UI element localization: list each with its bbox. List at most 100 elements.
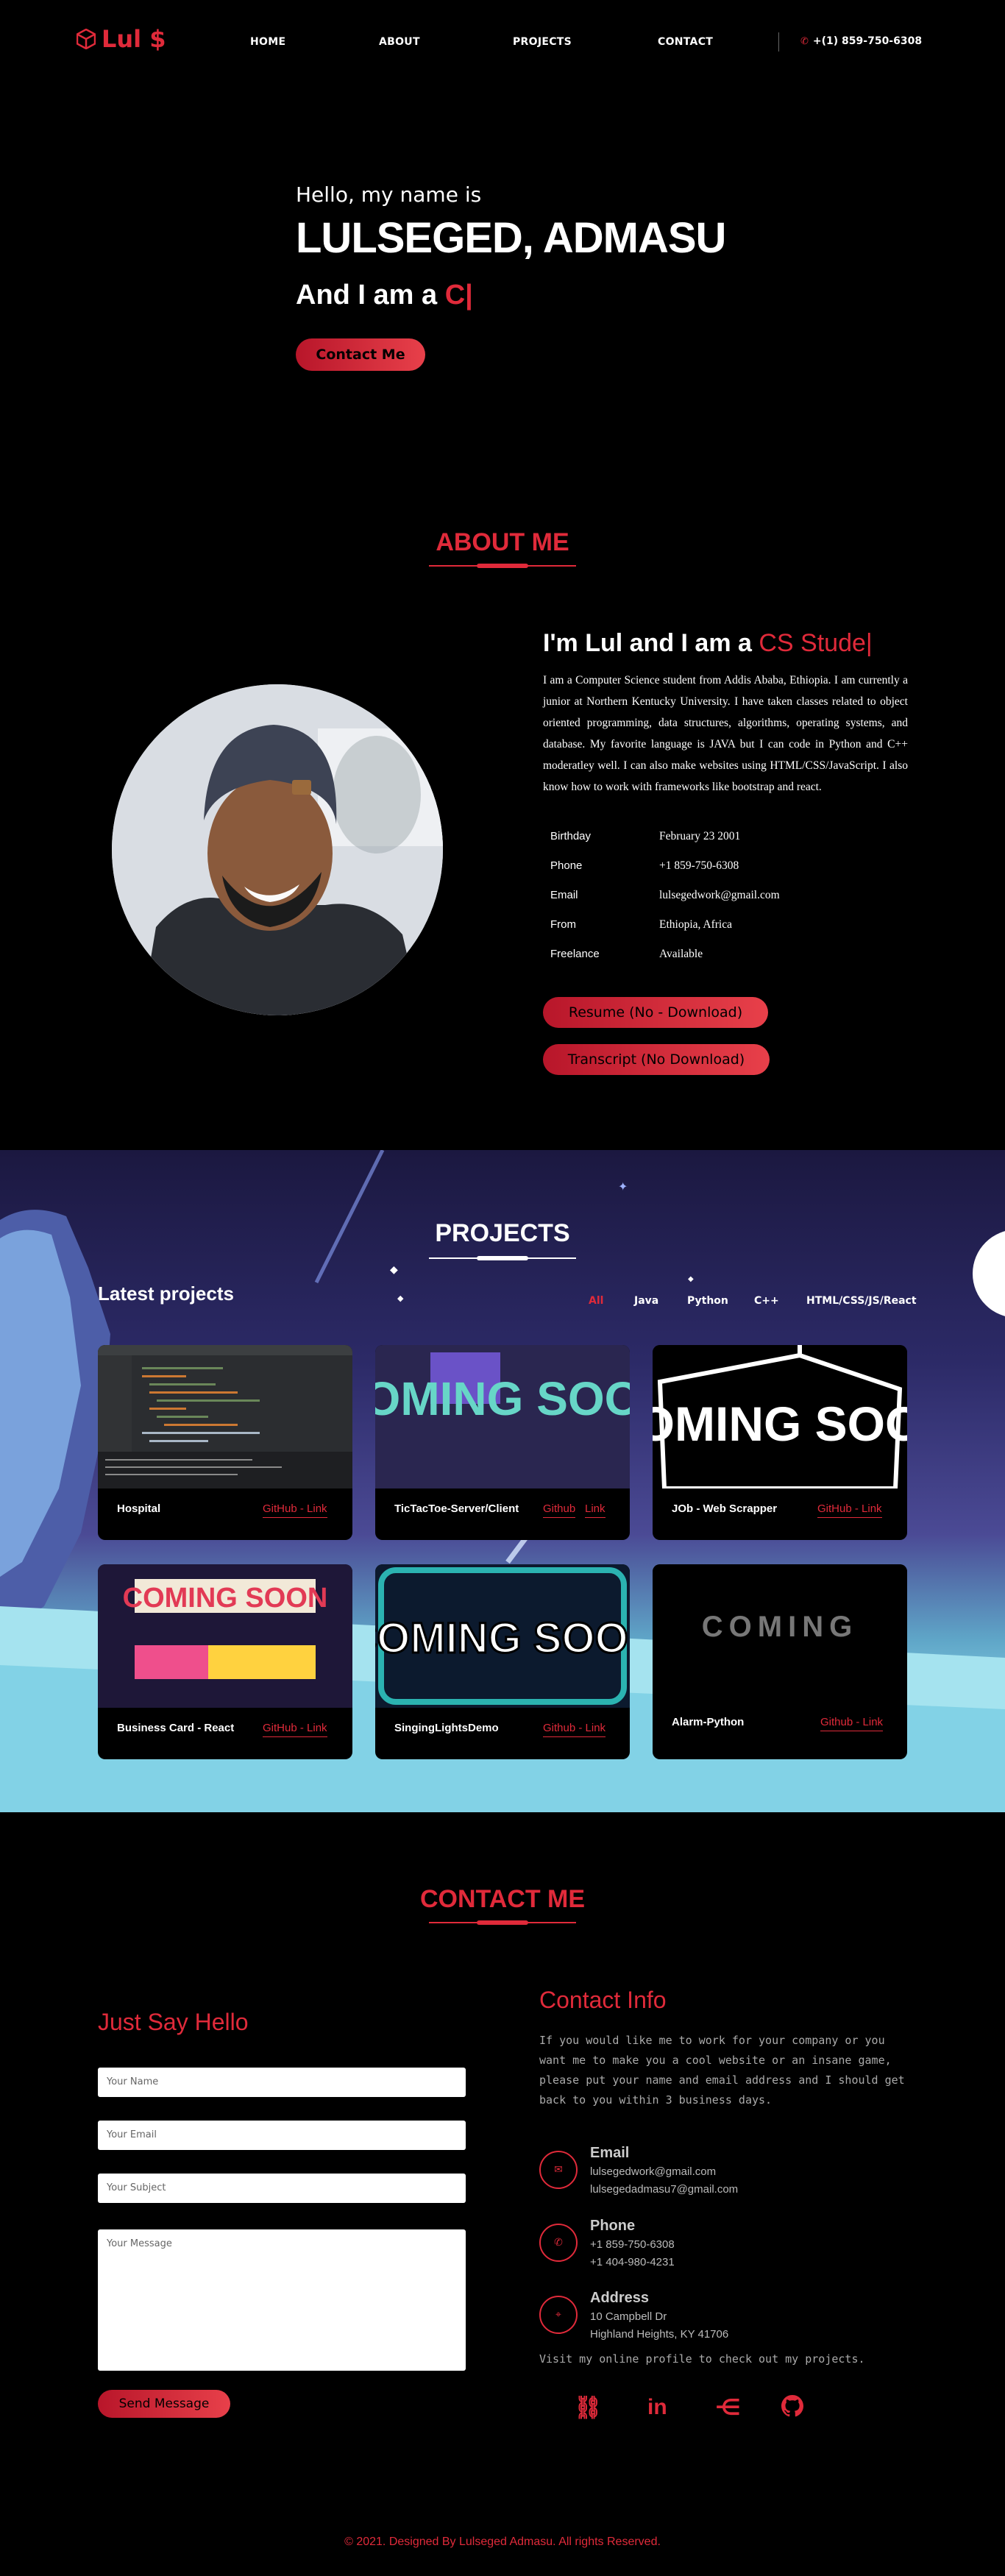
project-card-tictactoe[interactable]: COMING SOON TicTacToe-Server/Client Gith… — [375, 1345, 630, 1540]
say-hello-heading: Just Say Hello — [98, 2009, 249, 2035]
envelope-icon: ✉ — [539, 2151, 578, 2189]
contact-me-button[interactable]: Contact Me — [296, 338, 425, 371]
info-value: Available — [659, 948, 703, 960]
info-key: From — [550, 918, 576, 931]
handshake-icon[interactable]: ⋲ — [715, 2395, 741, 2421]
address-label: Address — [590, 2290, 650, 2306]
github-link[interactable]: GitHub - Link — [263, 1502, 327, 1518]
phone-icon: ✆ — [800, 35, 809, 47]
message-textarea[interactable]: Your Message — [98, 2229, 466, 2371]
project-image-coming-soon-bold: COMING SOON — [375, 1564, 630, 1708]
filter-cpp[interactable]: C++ — [754, 1295, 779, 1307]
info-key: Email — [550, 889, 578, 901]
about-heading: I'm Lul and I am a CS Stude| — [543, 629, 873, 658]
info-value: lulsegedwork@gmail.com — [659, 889, 780, 901]
info-key: Birthday — [550, 830, 592, 842]
image-text: COMING SOON — [653, 1397, 907, 1451]
project-card-hospital[interactable]: Hospital GitHub - Link — [98, 1345, 352, 1540]
phone-label: Phone — [590, 2218, 636, 2234]
project-title: JOb - Web Scrapper — [672, 1502, 778, 1515]
info-key: Freelance — [550, 948, 600, 960]
project-title: SingingLightsDemo — [394, 1722, 499, 1734]
link-icon[interactable]: ⛓ — [574, 2395, 602, 2421]
project-card-web-scrapper[interactable]: COMING SOON JOb - Web Scrapper GitHub - … — [653, 1345, 907, 1540]
contact-info-text: If you would like me to work for your co… — [539, 2034, 905, 2107]
github-link[interactable]: Github - Link — [820, 1716, 884, 1731]
github-link[interactable]: GitHub - Link — [817, 1502, 882, 1518]
nav-divider — [778, 32, 779, 52]
project-card-alarm-python[interactable]: COMING Alarm-Python Github - Link — [653, 1564, 907, 1759]
project-image-coming-soon-tiles: COMING SOON — [98, 1564, 352, 1708]
about-heading-typed: CS Stude| — [759, 629, 873, 657]
github-link[interactable]: Github — [543, 1502, 576, 1518]
star-icon: ◆ — [390, 1264, 398, 1276]
email-label: Email — [590, 2145, 630, 2161]
project-card-singing-lights[interactable]: COMING SOON SingingLightsDemo Github - L… — [375, 1564, 630, 1759]
copyright-icon: © — [344, 2536, 353, 2548]
filter-python[interactable]: Python — [687, 1295, 728, 1307]
nav-home[interactable]: HOME — [250, 36, 285, 48]
about-bio: I am a Computer Science student from Add… — [543, 674, 908, 793]
name-input[interactable]: Your Name — [98, 2068, 466, 2097]
star-icon: ◆ — [688, 1275, 694, 1283]
about-heading-prefix: I'm Lul and I am a — [543, 629, 752, 657]
projects-title-underline — [429, 1256, 576, 1260]
filter-all[interactable]: All — [589, 1295, 603, 1307]
address-line: 10 Campbell Dr — [590, 2310, 667, 2323]
project-image-coming-soon-sign: COMING SOON — [653, 1345, 907, 1489]
linkedin-icon[interactable]: in — [647, 2395, 667, 2420]
image-text: COMING SOON — [375, 1614, 630, 1662]
info-key: Phone — [550, 859, 583, 872]
hero-role-typed: C| — [444, 280, 473, 311]
project-image-coming-soon: COMING SOON — [375, 1345, 630, 1489]
subject-input[interactable]: Your Subject — [98, 2174, 466, 2203]
nav-phone[interactable]: ✆ +(1) 859-750-6308 — [800, 35, 922, 47]
contact-title: CONTACT ME — [419, 1885, 586, 1913]
project-image-coming-blurred: COMING — [653, 1564, 907, 1708]
email-value[interactable]: lulsegedwork@gmail.com — [590, 2165, 716, 2178]
info-value: +1 859-750-6308 — [659, 859, 739, 872]
star-icon: ✦ — [618, 1179, 628, 1193]
image-text: COMING SOON — [123, 1583, 328, 1614]
filter-html-css-js-react[interactable]: HTML/CSS/JS/React — [806, 1295, 917, 1307]
filter-java[interactable]: Java — [634, 1295, 658, 1307]
project-title: TicTacToe-Server/Client — [394, 1502, 519, 1515]
visit-profile-text: Visit my online profile to check out my … — [539, 2352, 865, 2366]
phone-icon: ✆ — [539, 2224, 578, 2262]
navbar: Lul $ HOME ABOUT PROJECTS CONTACT ✆ +(1)… — [0, 0, 1005, 85]
phone-value[interactable]: +1 404-980-4231 — [590, 2256, 675, 2268]
info-value: Ethiopia, Africa — [659, 918, 732, 931]
star-icon: ◆ — [397, 1294, 404, 1303]
nav-projects[interactable]: PROJECTS — [513, 36, 572, 48]
nav-contact[interactable]: CONTACT — [658, 36, 713, 48]
hero-greeting: Hello, my name is — [296, 182, 482, 207]
contact-info-heading: Contact Info — [539, 1987, 667, 2013]
info-value: February 23 2001 — [659, 830, 741, 842]
send-message-button[interactable]: Send Message — [98, 2390, 230, 2418]
projects-section: ◆ ◆ ◆ ✦ PROJECTS Latest projects All Jav… — [0, 1150, 1005, 1812]
about-title: ABOUT ME — [436, 528, 569, 556]
email-value[interactable]: lulsegedadmasu7@gmail.com — [590, 2183, 738, 2196]
phone-value[interactable]: +1 859-750-6308 — [590, 2238, 675, 2251]
resume-button[interactable]: Resume (No - Download) — [543, 997, 768, 1028]
logo[interactable]: Lul $ — [77, 25, 166, 53]
map-pin-icon: ⌖ — [539, 2296, 578, 2334]
image-text: COMING SOON — [375, 1372, 630, 1425]
profile-photo — [112, 684, 443, 1015]
nav-phone-text: +(1) 859-750-6308 — [812, 35, 923, 47]
email-input[interactable]: Your Email — [98, 2121, 466, 2150]
project-image-code-editor — [98, 1345, 352, 1489]
project-card-business-card[interactable]: COMING SOON Business Card - React GitHub… — [98, 1564, 352, 1759]
nav-about[interactable]: ABOUT — [379, 36, 420, 48]
project-link[interactable]: Link — [585, 1502, 606, 1518]
github-link[interactable]: GitHub - Link — [263, 1722, 327, 1737]
latest-projects-heading: Latest projects — [98, 1282, 234, 1305]
github-icon[interactable] — [781, 2395, 804, 2423]
transcript-button[interactable]: Transcript (No Download) — [543, 1044, 770, 1075]
hero-role-prefix: And I am a — [296, 280, 438, 311]
hero-role: And I am a C| — [296, 280, 473, 311]
about-title-underline — [429, 564, 576, 568]
footer: © 2021. Designed By Lulseged Admasu. All… — [0, 2536, 1005, 2549]
github-link[interactable]: Github - Link — [543, 1722, 606, 1737]
hero-name: LULSEGED, ADMASU — [296, 214, 726, 262]
